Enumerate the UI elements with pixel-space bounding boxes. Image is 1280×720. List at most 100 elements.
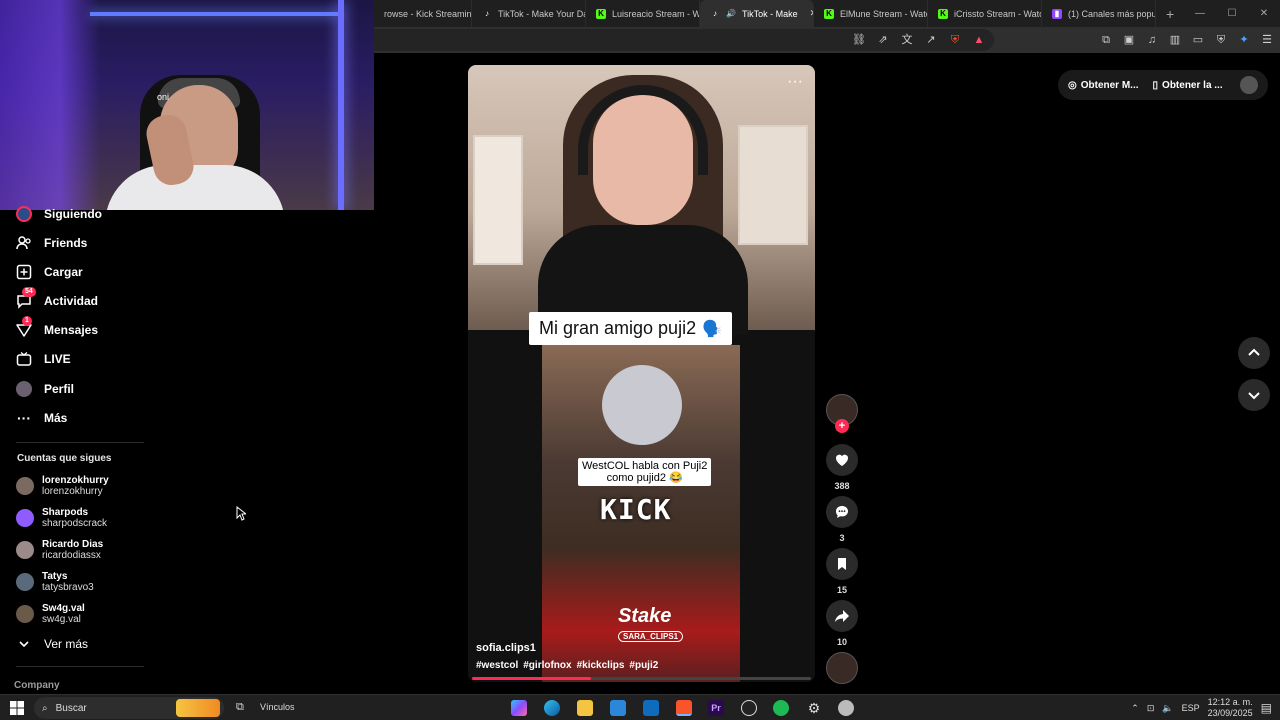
volume-icon[interactable]: 🔈 bbox=[1162, 703, 1173, 714]
notifications-icon[interactable]: ▤ bbox=[1261, 701, 1272, 715]
language-indicator[interactable]: ESP bbox=[1182, 703, 1200, 713]
app-icon[interactable] bbox=[838, 700, 854, 716]
store-icon[interactable] bbox=[610, 700, 626, 716]
get-app-button[interactable]: ◎ Obtener M... bbox=[1068, 80, 1139, 91]
spotify-icon[interactable] bbox=[773, 700, 789, 716]
comment-button[interactable] bbox=[826, 496, 858, 528]
address-bar[interactable]: ⛓ ⇗ 文 ↗ ⛨ ▲ bbox=[374, 29, 994, 51]
sidebar-item-friends[interactable]: Friends bbox=[16, 235, 87, 251]
media-icon[interactable]: ♫ bbox=[1145, 33, 1159, 47]
comment-count: 3 bbox=[839, 533, 845, 543]
browser-tab[interactable]: K ElMune Stream - Watc bbox=[814, 0, 928, 27]
live-icon bbox=[16, 351, 32, 367]
sidebar-divider bbox=[16, 666, 144, 667]
sidebar-item-actividad[interactable]: 54 Actividad bbox=[16, 287, 98, 309]
sidebar-item-mas[interactable]: ··· Más bbox=[16, 410, 67, 426]
open-external-icon[interactable]: ⇗ bbox=[876, 33, 890, 47]
links-toolbar[interactable]: Vínculos bbox=[260, 702, 295, 712]
more-options-icon[interactable]: ··· bbox=[787, 73, 803, 91]
screenshot-icon[interactable]: ▣ bbox=[1122, 33, 1136, 47]
browser-tab[interactable]: ▮ (1) Canales más popu bbox=[1042, 0, 1156, 27]
clock[interactable]: 12:12 a. m. 23/09/2025 bbox=[1208, 697, 1253, 719]
messages-badge: 1 bbox=[22, 316, 32, 326]
maximize-icon[interactable]: ☐ bbox=[1216, 0, 1248, 27]
followed-account[interactable]: Sw4g.val sw4g.val bbox=[16, 603, 85, 625]
extensions-icon[interactable]: ⧉ bbox=[1099, 33, 1113, 47]
sidebar-toggle-icon[interactable]: ▥ bbox=[1168, 33, 1182, 47]
followed-account[interactable]: Ricardo Dias ricardodiassx bbox=[16, 539, 103, 561]
browser-tab[interactable]: K iCrissto Stream - Watc bbox=[928, 0, 1042, 27]
followed-account[interactable]: Sharpods sharpodscrack bbox=[16, 507, 107, 529]
edge-icon[interactable] bbox=[544, 700, 560, 716]
brave-icon[interactable] bbox=[676, 700, 692, 716]
followed-account[interactable]: Tatys tatysbravo3 bbox=[16, 571, 94, 593]
get-pc-app-button[interactable]: ▯ Obtener la ... bbox=[1153, 80, 1223, 91]
close-window-icon[interactable]: ✕ bbox=[1248, 0, 1280, 27]
brave-shield-icon[interactable]: ⛨ bbox=[948, 33, 962, 47]
sidebar-item-label: Siguiendo bbox=[44, 207, 102, 221]
sidebar-item-perfil[interactable]: Perfil bbox=[16, 381, 74, 397]
hashtag[interactable]: #puji2 bbox=[629, 660, 658, 671]
see-more-button[interactable]: Ver más bbox=[16, 636, 88, 652]
share-icon[interactable]: ↗ bbox=[924, 33, 938, 47]
header-actions: ◎ Obtener M... ▯ Obtener la ... bbox=[1058, 70, 1268, 100]
save-button[interactable] bbox=[826, 548, 858, 580]
next-video-button[interactable] bbox=[1238, 379, 1270, 411]
link-icon[interactable]: ⛓ bbox=[852, 33, 866, 47]
sidebar-item-mensajes[interactable]: 1 Mensajes bbox=[16, 316, 98, 338]
followed-account[interactable]: lorenzokhurry lorenzokhurry bbox=[16, 475, 109, 497]
account-username: lorenzokhurry bbox=[42, 486, 103, 497]
tab-label: Luisreacio Stream - Wa bbox=[612, 8, 700, 19]
windows-start-icon[interactable] bbox=[10, 701, 24, 715]
new-tab-button[interactable]: + bbox=[1156, 0, 1184, 27]
obs-icon[interactable] bbox=[741, 700, 757, 716]
get-pc-label: Obtener la ... bbox=[1162, 79, 1223, 91]
outlook-icon[interactable] bbox=[643, 700, 659, 716]
premiere-icon[interactable]: Pr bbox=[708, 700, 724, 716]
copilot-icon[interactable] bbox=[511, 700, 527, 716]
sidebar-item-label: Más bbox=[44, 411, 68, 425]
taskbar-search[interactable]: ⌕ Buscar bbox=[34, 697, 224, 719]
minimize-icon[interactable]: — bbox=[1184, 0, 1216, 27]
settings-icon[interactable]: ⚙ bbox=[806, 700, 822, 716]
share-button[interactable] bbox=[826, 600, 858, 632]
heart-icon bbox=[836, 454, 848, 466]
task-view-icon[interactable]: ⧉ bbox=[236, 701, 244, 714]
browser-tab-active[interactable]: ♪ 🔊 TikTok - Make ✕ bbox=[700, 0, 814, 27]
leo-icon[interactable]: ✦ bbox=[1237, 33, 1251, 47]
network-icon[interactable]: ⊡ bbox=[1147, 703, 1155, 714]
company-link[interactable]: Company bbox=[14, 680, 60, 691]
hashtag[interactable]: #girlofnox bbox=[523, 660, 571, 671]
video-progress-bar[interactable] bbox=[472, 677, 811, 680]
browser-tab[interactable]: rowse - Kick Streamin bbox=[374, 0, 472, 27]
like-button[interactable] bbox=[826, 444, 858, 476]
browser-tab[interactable]: K Luisreacio Stream - Wa bbox=[586, 0, 700, 27]
hashtag[interactable]: #westcol bbox=[476, 660, 518, 671]
video-author[interactable]: sofia.clips1 bbox=[476, 642, 536, 654]
chevron-down-icon bbox=[16, 636, 32, 652]
brave-rewards-icon[interactable]: ▲ bbox=[972, 33, 986, 47]
follow-plus-icon[interactable]: + bbox=[835, 419, 849, 433]
chevron-up-icon[interactable]: ⌃ bbox=[1131, 703, 1139, 714]
video-frame-bottom: WestCOL habla con Puji2 como pujid2 😂 KI… bbox=[542, 345, 740, 682]
account-username: ricardodiassx bbox=[42, 550, 101, 561]
sidebar-item-label: Friends bbox=[44, 236, 88, 250]
translate-icon[interactable]: 文 bbox=[900, 33, 914, 47]
sidebar: Siguiendo Friends Cargar 54 Actividad 1 … bbox=[0, 205, 160, 695]
tab-label: TikTok - Make bbox=[741, 8, 798, 19]
kick-icon: K bbox=[938, 8, 948, 19]
account-name: Tatys bbox=[42, 571, 68, 582]
hashtag[interactable]: #kickclips bbox=[577, 660, 625, 671]
browser-tab[interactable]: ♪ TikTok - Make Your Da bbox=[472, 0, 586, 27]
wallet-icon[interactable]: ▭ bbox=[1191, 33, 1205, 47]
sidebar-item-live[interactable]: LIVE bbox=[16, 351, 71, 367]
vpn-icon[interactable]: ⛨ bbox=[1214, 33, 1228, 47]
user-avatar[interactable] bbox=[1240, 76, 1258, 94]
sound-avatar[interactable] bbox=[826, 652, 858, 684]
sidebar-item-cargar[interactable]: Cargar bbox=[16, 264, 83, 280]
video-player[interactable]: ··· Mi gran amigo puji2 🗣️ WestCOL habla… bbox=[468, 65, 815, 682]
sidebar-item-siguiendo[interactable]: Siguiendo bbox=[16, 206, 102, 222]
file-explorer-icon[interactable] bbox=[577, 700, 593, 716]
previous-video-button[interactable] bbox=[1238, 337, 1270, 369]
menu-icon[interactable]: ☰ bbox=[1260, 33, 1274, 47]
